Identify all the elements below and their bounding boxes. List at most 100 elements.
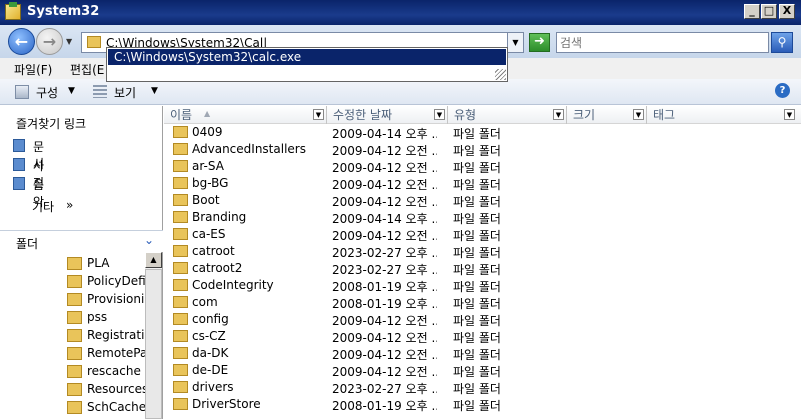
table-row[interactable]: cs-CZ 2009-04-12 오전 ... 파일 폴더 <box>164 327 801 345</box>
tree-item-label: Registration <box>87 328 147 342</box>
scroll-thumb[interactable] <box>145 269 162 419</box>
tree-scrollbar[interactable]: ▲ <box>145 252 162 419</box>
column-label: 수정한 날짜 <box>333 108 393 122</box>
chevron-down-icon[interactable]: ▼ <box>68 86 75 96</box>
folder-icon <box>173 381 188 393</box>
file-modified: 2008-01-19 오후 ... <box>332 399 437 413</box>
command-bar: 구성 ▼ 보기 ▼ ? <box>0 79 801 105</box>
table-row[interactable]: com 2008-01-19 오후 ... 파일 폴더 <box>164 293 801 311</box>
organize-icon <box>15 85 29 99</box>
table-row[interactable]: DriverStore 2008-01-19 오후 ... 파일 폴더 <box>164 395 801 413</box>
file-list: 이름 ▲ ▼ 수정한 날짜 ▼ 유형 ▼ 크기 ▼ 태그 ▼ 0409 2009-… <box>164 106 801 419</box>
folder-icon <box>173 296 188 308</box>
back-arrow-icon[interactable]: ← <box>8 28 35 55</box>
table-row[interactable]: catroot2 2023-02-27 오후 ... 파일 폴더 <box>164 259 801 277</box>
menu-edit[interactable]: 편집(E <box>70 61 104 78</box>
table-row[interactable]: drivers 2023-02-27 오후 ... 파일 폴더 <box>164 378 801 396</box>
maximize-button[interactable]: □ <box>761 4 777 19</box>
file-name: bg-BG <box>192 176 229 190</box>
window-title: System32 <box>27 4 100 19</box>
table-row[interactable]: ar-SA 2009-04-12 오전 ... 파일 폴더 <box>164 157 801 175</box>
organize-button[interactable]: 구성 <box>36 84 58 101</box>
file-name: de-DE <box>192 363 229 377</box>
table-row[interactable]: ca-ES 2009-04-12 오전 ... 파일 폴더 <box>164 225 801 243</box>
column-type[interactable]: 유형 ▼ <box>448 106 567 124</box>
navigation-pane: 즐겨찾기 링크 문서 사진 음악 기타 » 폴더 ⌄ PLA PolicyDef… <box>0 106 163 419</box>
table-row[interactable]: bg-BG 2009-04-12 오전 ... 파일 폴더 <box>164 174 801 192</box>
chevron-down-icon[interactable]: ▼ <box>553 109 564 120</box>
chevron-down-icon[interactable]: ▼ <box>633 109 644 120</box>
table-row[interactable]: da-DK 2009-04-12 오전 ... 파일 폴더 <box>164 344 801 362</box>
help-icon[interactable]: ? <box>775 83 790 98</box>
column-header-row: 이름 ▲ ▼ 수정한 날짜 ▼ 유형 ▼ 크기 ▼ 태그 ▼ <box>164 106 801 124</box>
chevron-down-icon[interactable]: ▼ <box>151 86 158 96</box>
folders-heading: 폴더 <box>16 237 39 251</box>
file-name: catroot2 <box>192 261 243 275</box>
folder-icon <box>173 279 188 291</box>
column-modified[interactable]: 수정한 날짜 ▼ <box>327 106 448 124</box>
favorites-more-link[interactable]: 기타 <box>32 198 54 215</box>
folder-icon <box>173 245 188 257</box>
tree-item-label: Resources <box>87 382 147 396</box>
chevron-down-icon[interactable]: ▼ <box>784 109 795 120</box>
views-button[interactable]: 보기 <box>114 84 136 101</box>
column-label: 태그 <box>653 108 676 122</box>
table-row[interactable]: config 2009-04-12 오전 ... 파일 폴더 <box>164 310 801 328</box>
chevron-down-icon[interactable]: ⌄ <box>144 233 154 247</box>
history-dropdown-icon[interactable]: ▼ <box>66 37 72 46</box>
tree-item-label: Provisionin <box>87 292 147 306</box>
resize-grip-icon[interactable] <box>495 69 506 80</box>
file-name: CodeIntegrity <box>192 278 274 292</box>
sort-ascending-icon: ▲ <box>204 109 211 118</box>
file-name: drivers <box>192 380 234 394</box>
folder-icon <box>173 228 188 240</box>
address-dropdown-icon[interactable]: ▼ <box>507 33 523 52</box>
menu-file[interactable]: 파일(F) <box>14 61 52 78</box>
chevron-down-icon[interactable]: ▼ <box>313 109 324 120</box>
search-input[interactable] <box>560 34 760 51</box>
folders-header[interactable]: 폴더 ⌄ <box>0 230 163 252</box>
table-row[interactable]: catroot 2023-02-27 오후 ... 파일 폴더 <box>164 242 801 260</box>
column-tag[interactable]: 태그 ▼ <box>647 106 801 124</box>
autocomplete-dropdown: C:\Windows\System32\calc.exe <box>106 47 508 82</box>
minimize-button[interactable]: _ <box>744 4 760 19</box>
folder-icon <box>173 347 188 359</box>
file-type: 파일 폴더 <box>453 399 501 413</box>
column-label: 이름 <box>170 108 193 122</box>
folder-icon <box>67 293 82 306</box>
chevron-down-icon[interactable]: ▼ <box>434 109 445 120</box>
table-row[interactable]: AdvancedInstallers 2009-04-12 오전 ... 파일 폴더 <box>164 140 801 158</box>
file-name: cs-CZ <box>192 329 226 343</box>
scroll-up-icon[interactable]: ▲ <box>145 252 162 268</box>
folder-icon <box>173 143 188 155</box>
folder-icon <box>173 126 188 138</box>
column-size[interactable]: 크기 ▼ <box>567 106 647 124</box>
table-row[interactable]: Boot 2009-04-12 오전 ... 파일 폴더 <box>164 191 801 209</box>
tree-item-label: pss <box>87 310 108 324</box>
search-box[interactable] <box>556 32 769 53</box>
folder-icon <box>67 275 82 288</box>
autocomplete-item[interactable]: C:\Windows\System32\calc.exe <box>108 49 506 65</box>
folder-icon <box>173 398 188 410</box>
title-bar: System32 _ □ X <box>0 0 801 25</box>
folder-icon <box>67 383 82 396</box>
folder-app-icon <box>5 2 21 20</box>
table-row[interactable]: de-DE 2009-04-12 오전 ... 파일 폴더 <box>164 361 801 379</box>
file-name: Branding <box>192 210 247 224</box>
tree-item-label: PLA <box>87 256 110 270</box>
file-name: catroot <box>192 244 235 258</box>
table-row[interactable]: CodeIntegrity 2008-01-19 오후 ... 파일 폴더 <box>164 276 801 294</box>
table-row[interactable]: 0409 2009-04-14 오후 ... 파일 폴더 <box>164 123 801 141</box>
folder-icon <box>67 311 82 324</box>
search-icon[interactable]: ⚲ <box>771 32 793 53</box>
column-name[interactable]: 이름 ▲ ▼ <box>164 106 327 124</box>
close-button[interactable]: X <box>779 4 795 19</box>
table-row[interactable]: Branding 2009-04-14 오후 ... 파일 폴더 <box>164 208 801 226</box>
forward-arrow-icon[interactable]: → <box>36 28 63 55</box>
folder-icon <box>67 347 82 360</box>
go-arrow-icon[interactable]: ➜ <box>529 33 550 52</box>
folder-icon <box>173 211 188 223</box>
folder-tree: PLA PolicyDefini Provisionin pss Registr… <box>0 252 163 419</box>
more-chevron-icon[interactable]: » <box>66 198 73 212</box>
tree-item-label: PolicyDefini <box>87 274 147 288</box>
